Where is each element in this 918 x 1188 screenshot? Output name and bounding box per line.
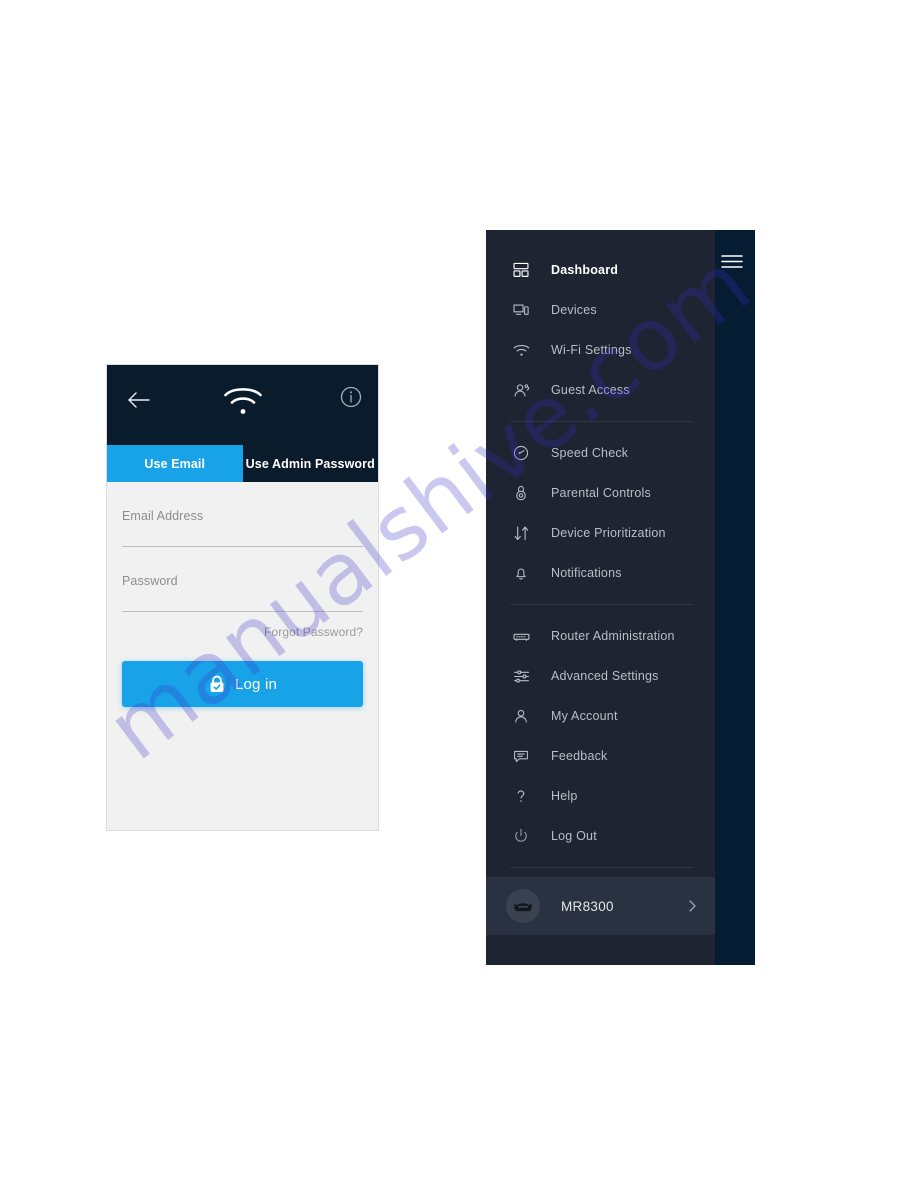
menu-item-log-out[interactable]: Log Out bbox=[486, 816, 715, 856]
chat-bubble-icon bbox=[510, 745, 532, 767]
bell-icon bbox=[510, 562, 532, 584]
menu-item-speed-check[interactable]: Speed Check bbox=[486, 433, 715, 473]
log-in-button[interactable]: Log in bbox=[122, 661, 363, 707]
menu-item-device-prioritization[interactable]: Device Prioritization bbox=[486, 513, 715, 553]
sliders-icon bbox=[510, 665, 532, 687]
menu-item-my-account[interactable]: My Account bbox=[486, 696, 715, 736]
router-device-icon bbox=[506, 889, 540, 923]
dashboard-icon bbox=[510, 259, 532, 281]
menu-item-label: Wi-Fi Settings bbox=[551, 343, 632, 357]
menu-item-feedback[interactable]: Feedback bbox=[486, 736, 715, 776]
menu-item-label: Notifications bbox=[551, 566, 622, 580]
side-menu-panel: Dashboard Devices Wi-Fi Settings Guest A… bbox=[486, 230, 755, 965]
forgot-password-row: Forgot Password? bbox=[122, 612, 363, 641]
menu-items-container: Dashboard Devices Wi-Fi Settings Guest A… bbox=[486, 230, 715, 965]
menu-item-dashboard[interactable]: Dashboard bbox=[486, 250, 715, 290]
back-arrow-icon[interactable] bbox=[124, 385, 154, 415]
menu-item-label: Feedback bbox=[551, 749, 608, 763]
menu-item-label: Device Prioritization bbox=[551, 526, 666, 540]
lock-check-icon bbox=[208, 674, 226, 694]
login-method-tabs: Use Email Use Admin Password bbox=[107, 445, 378, 482]
menu-item-label: Log Out bbox=[551, 829, 597, 843]
password-field-placeholder[interactable]: Password bbox=[122, 574, 363, 588]
log-in-button-label: Log in bbox=[234, 675, 278, 693]
menu-divider bbox=[510, 867, 693, 868]
chevron-right-icon[interactable] bbox=[688, 899, 697, 913]
menu-item-advanced-settings[interactable]: Advanced Settings bbox=[486, 656, 715, 696]
login-header-bar bbox=[107, 365, 378, 445]
forgot-password-link[interactable]: Forgot Password? bbox=[264, 625, 363, 639]
menu-item-label: Speed Check bbox=[551, 446, 629, 460]
current-product-row[interactable]: MR8300 bbox=[486, 877, 715, 935]
menu-item-router-administration[interactable]: Router Administration bbox=[486, 616, 715, 656]
info-circle-icon[interactable] bbox=[338, 384, 364, 410]
current-product-name: MR8300 bbox=[561, 898, 614, 914]
menu-item-label: My Account bbox=[551, 709, 618, 723]
menu-item-parental-controls[interactable]: Parental Controls bbox=[486, 473, 715, 513]
hamburger-menu-icon[interactable] bbox=[721, 254, 743, 269]
email-field-placeholder[interactable]: Email Address bbox=[122, 509, 363, 523]
menu-top-spacer bbox=[486, 230, 715, 250]
parental-lock-icon bbox=[510, 482, 532, 504]
menu-item-label: Help bbox=[551, 789, 578, 803]
password-field-group: Password bbox=[122, 547, 363, 612]
login-screen-panel: Use Email Use Admin Password Email Addre… bbox=[107, 365, 378, 830]
menu-item-notifications[interactable]: Notifications bbox=[486, 553, 715, 593]
menu-item-guest-access[interactable]: Guest Access bbox=[486, 370, 715, 410]
menu-item-label: Devices bbox=[551, 303, 597, 317]
password-field-underline bbox=[122, 611, 363, 612]
tab-use-email[interactable]: Use Email bbox=[107, 445, 243, 482]
menu-item-help[interactable]: Help bbox=[486, 776, 715, 816]
login-form: Email Address Password Forgot Password? … bbox=[107, 482, 378, 830]
person-icon bbox=[510, 705, 532, 727]
menu-item-label: Advanced Settings bbox=[551, 669, 659, 683]
menu-divider bbox=[510, 604, 693, 605]
menu-item-label: Parental Controls bbox=[551, 486, 651, 500]
menu-item-label: Router Administration bbox=[551, 629, 675, 643]
devices-icon bbox=[510, 299, 532, 321]
speedometer-icon bbox=[510, 442, 532, 464]
guest-access-icon bbox=[510, 379, 532, 401]
menu-item-devices[interactable]: Devices bbox=[486, 290, 715, 330]
menu-item-label: Guest Access bbox=[551, 383, 630, 397]
tab-use-admin-password[interactable]: Use Admin Password bbox=[242, 445, 378, 482]
router-icon bbox=[510, 625, 532, 647]
power-icon bbox=[510, 825, 532, 847]
wifi-icon bbox=[510, 339, 532, 361]
up-down-arrows-icon bbox=[510, 522, 532, 544]
email-field-group: Email Address bbox=[122, 482, 363, 547]
question-mark-icon bbox=[510, 785, 532, 807]
menu-item-wifi-settings[interactable]: Wi-Fi Settings bbox=[486, 330, 715, 370]
menu-divider bbox=[510, 421, 693, 422]
wifi-icon bbox=[221, 381, 265, 421]
menu-item-label: Dashboard bbox=[551, 263, 619, 277]
